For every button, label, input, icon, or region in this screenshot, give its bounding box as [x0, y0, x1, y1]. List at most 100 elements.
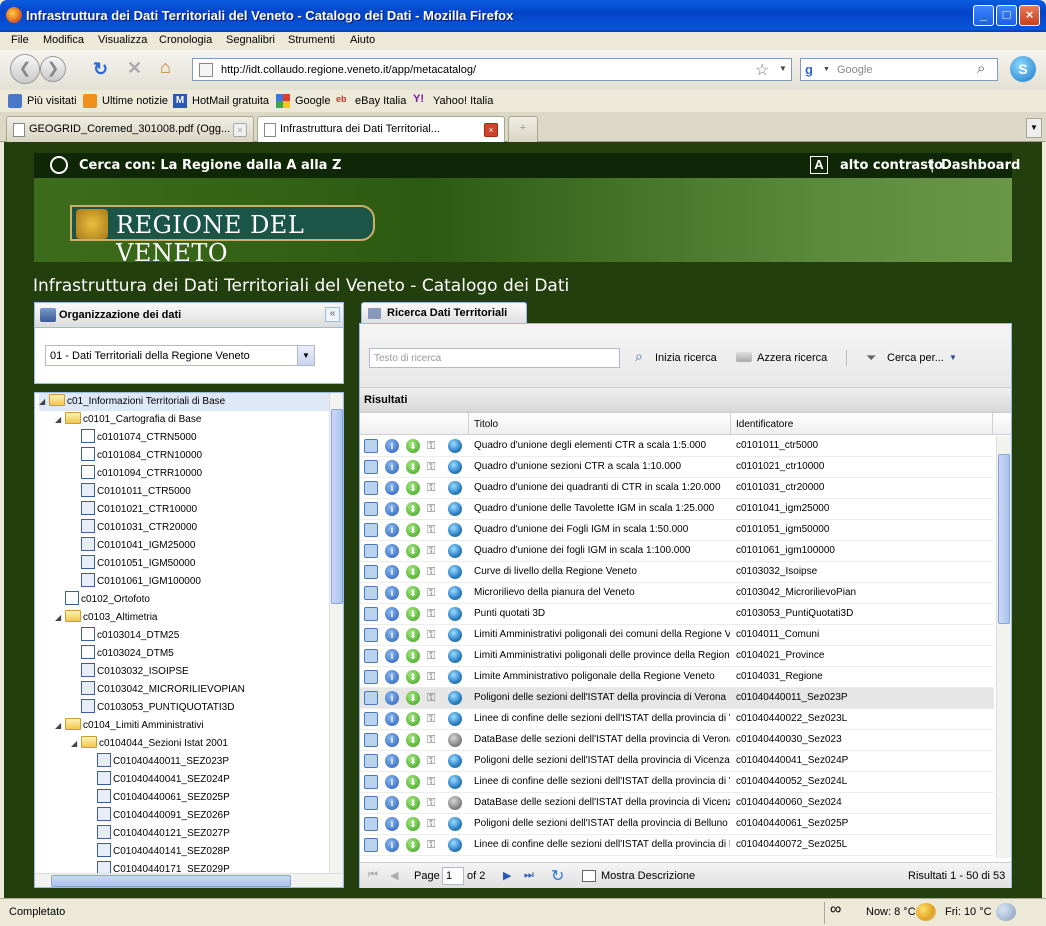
scroll-thumb[interactable] [51, 875, 291, 887]
download-icon[interactable]: ⬇ [406, 460, 420, 474]
column-identifier[interactable]: Identificatore [736, 419, 793, 430]
download-icon[interactable]: ⬇ [406, 649, 420, 663]
zoom-icon[interactable] [364, 502, 378, 516]
tree-node[interactable]: C0101021_CTR10000 [71, 501, 197, 519]
maximize-button[interactable]: □ [996, 5, 1017, 26]
info-icon[interactable]: i [385, 565, 399, 579]
tab-close-icon[interactable]: × [233, 123, 247, 137]
tree-horizontal-scrollbar[interactable] [35, 873, 343, 887]
globe-icon[interactable] [448, 754, 462, 768]
tree-expand-icon[interactable]: ◢ [55, 717, 65, 735]
info-icon[interactable]: i [385, 544, 399, 558]
contrast-link[interactable]: alto contrasto [840, 158, 943, 173]
reset-search-button[interactable]: Azzera ricerca [757, 352, 827, 364]
weather-friday[interactable]: Fri: 10 °C [945, 906, 992, 918]
download-icon[interactable]: ⬇ [406, 712, 420, 726]
menu-strumenti[interactable]: Strumenti [288, 34, 335, 46]
scroll-thumb[interactable] [331, 409, 343, 604]
tree-expand-icon[interactable]: ◢ [55, 411, 65, 429]
download-icon[interactable]: ⬇ [406, 796, 420, 810]
globe-icon[interactable] [448, 565, 462, 579]
menu-cronologia[interactable]: Cronologia [159, 34, 212, 46]
bookmark-ultime-notizie[interactable]: Ultime notizie [102, 95, 168, 107]
first-page-icon[interactable]: ⏮ [368, 869, 378, 882]
engine-dropdown-icon[interactable]: ▼ [823, 66, 830, 73]
menu-aiuto[interactable]: Aiuto [350, 34, 375, 46]
filter-icon[interactable]: ⏷ [866, 350, 876, 366]
zoom-icon[interactable] [364, 691, 378, 705]
bookmark-yahoo[interactable]: Yahoo! Italia [433, 95, 493, 107]
close-button[interactable]: × [1019, 5, 1040, 26]
tree-node[interactable]: C01040440141_SEZ028P [87, 843, 230, 861]
download-icon[interactable]: ⬇ [406, 565, 420, 579]
show-description-button[interactable]: Mostra Descrizione [601, 870, 695, 882]
globe-icon[interactable] [448, 586, 462, 600]
next-page-icon[interactable]: ▶ [503, 869, 511, 882]
add-layer-icon[interactable]: ⚿ [427, 670, 441, 684]
globe-icon[interactable] [448, 607, 462, 621]
download-icon[interactable]: ⬇ [406, 817, 420, 831]
chevron-down-icon[interactable]: ▼ [297, 346, 314, 365]
zoom-icon[interactable] [364, 649, 378, 663]
dashboard-link[interactable]: Dashboard [941, 158, 1020, 173]
download-icon[interactable]: ⬇ [406, 733, 420, 747]
table-row[interactable]: i ⬇ ⚿ Linee di confine delle sezioni dell'I… [360, 835, 994, 856]
bookmark-piu-visitati[interactable]: Più visitati [27, 95, 77, 107]
zoom-icon[interactable] [364, 775, 378, 789]
add-layer-icon[interactable]: ⚿ [427, 523, 441, 537]
zoom-icon[interactable] [364, 796, 378, 810]
info-icon[interactable]: i [385, 460, 399, 474]
zoom-icon[interactable] [364, 565, 378, 579]
tree-node[interactable]: C01040440041_SEZ024P [87, 771, 230, 789]
info-icon[interactable]: i [385, 775, 399, 789]
weather-now[interactable]: Now: 8 °C [866, 906, 916, 918]
reload-icon[interactable]: ↻ [93, 59, 108, 80]
table-row[interactable]: i ⬇ ⚿ Poligoni delle sezioni dell'ISTAT del… [360, 688, 994, 709]
table-row[interactable]: i ⬇ ⚿ Quadro d'unione degli elementi CTR a … [360, 436, 994, 457]
info-icon[interactable]: i [385, 628, 399, 642]
download-icon[interactable]: ⬇ [406, 670, 420, 684]
tree-node[interactable]: C01040440091_SEZ026P [87, 807, 230, 825]
table-row[interactable]: i ⬇ ⚿ Punti quotati 3D c0103053_PuntiQuotati… [360, 604, 994, 625]
forward-button[interactable]: ❯ [40, 56, 66, 82]
tree-node[interactable]: c0101094_CTRR10000 [71, 465, 202, 483]
tree-node[interactable]: c0103014_DTM25 [71, 627, 179, 645]
table-row[interactable]: i ⬇ ⚿ Linee di confine delle sezioni dell'I… [360, 772, 994, 793]
refresh-icon[interactable]: ↻ [551, 866, 564, 886]
site-search-link[interactable]: Cerca con: La Regione dalla A alla Z [79, 158, 341, 173]
search-input[interactable]: Testo di ricerca [369, 348, 620, 368]
info-icon[interactable]: i [385, 586, 399, 600]
search-icon[interactable]: ⌕ [977, 60, 985, 77]
stop-icon[interactable]: ✕ [127, 58, 142, 79]
download-icon[interactable]: ⬇ [406, 586, 420, 600]
add-layer-icon[interactable]: ⚿ [427, 481, 441, 495]
grid-vertical-scrollbar[interactable] [996, 436, 1011, 858]
tree-node[interactable]: C0101011_CTR5000 [71, 483, 191, 501]
tree-expand-icon[interactable]: ◢ [55, 609, 65, 627]
table-row[interactable]: i ⬇ ⚿ Limiti Amministrativi poligonali dell… [360, 646, 994, 667]
tree-node[interactable]: C0101031_CTR20000 [71, 519, 197, 537]
add-layer-icon[interactable]: ⚿ [427, 754, 441, 768]
bookmark-hotmail[interactable]: HotMail gratuita [192, 95, 269, 107]
table-row[interactable]: i ⬇ ⚿ Quadro d'unione dei quadranti di CTR … [360, 478, 994, 499]
tree-node[interactable]: C01040440011_SEZ023P [87, 753, 229, 771]
add-layer-icon[interactable]: ⚿ [427, 544, 441, 558]
page-number-input[interactable]: 1 [442, 867, 464, 885]
address-bar[interactable]: http://idt.collaudo.regione.veneto.it/ap… [192, 58, 792, 81]
tab-geogrid-pdf[interactable]: GEOGRID_Coremed_301008.pdf (Ogg... × [6, 116, 254, 142]
info-icon[interactable]: i [385, 796, 399, 810]
globe-icon[interactable] [448, 544, 462, 558]
tree-node[interactable]: c0101074_CTRN5000 [71, 429, 197, 447]
tab-list-icon[interactable]: ▼ [1026, 118, 1042, 138]
zoom-icon[interactable] [364, 607, 378, 621]
tab-close-icon[interactable]: × [484, 123, 498, 137]
info-icon[interactable]: i [385, 691, 399, 705]
new-tab-button[interactable]: + [508, 116, 538, 142]
column-title[interactable]: Titolo [474, 419, 498, 430]
zoom-icon[interactable] [364, 670, 378, 684]
table-row[interactable]: i ⬇ ⚿ Quadro d'unione delle Tavolette IGM i… [360, 499, 994, 520]
tree-node[interactable]: C0103053_PUNTIQUOTATI3D [71, 699, 234, 717]
table-row[interactable]: i ⬇ ⚿ DataBase delle sezioni dell'ISTAT del… [360, 730, 994, 751]
info-icon[interactable]: i [385, 481, 399, 495]
zoom-icon[interactable] [364, 586, 378, 600]
